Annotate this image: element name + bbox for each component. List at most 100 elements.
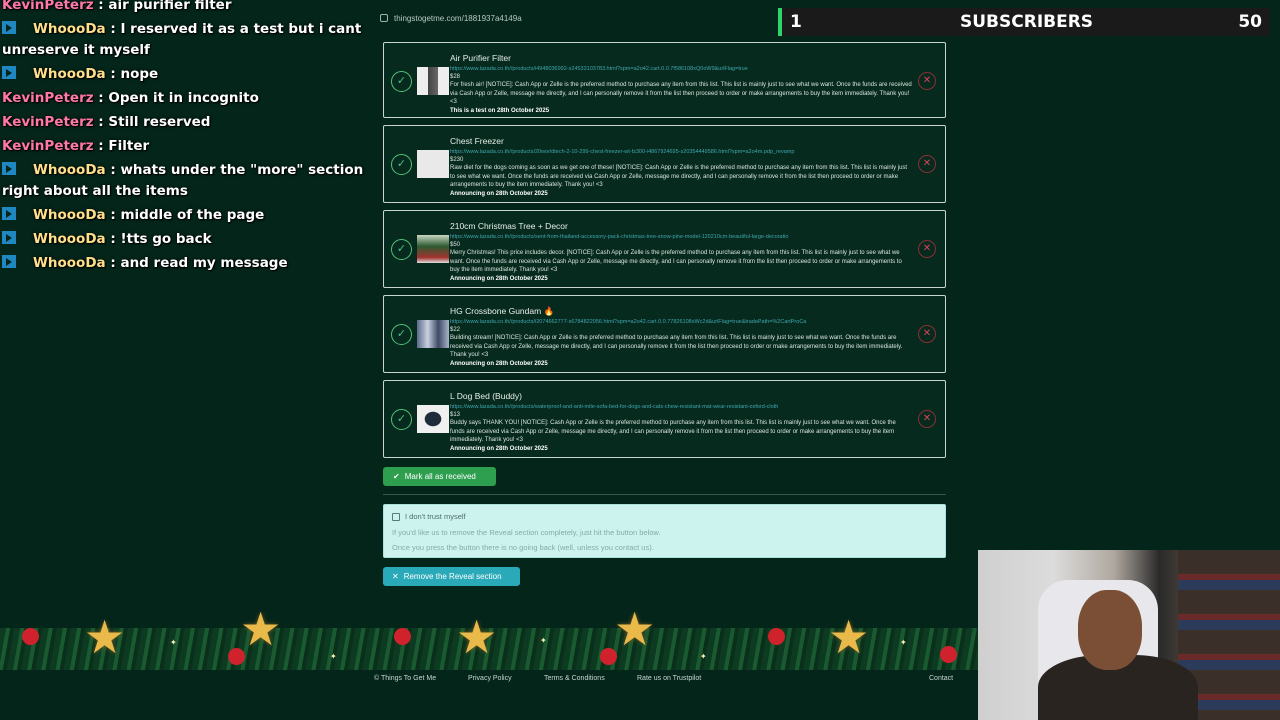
chat-line: WhoooDa : I reserved it as a test but i …: [2, 18, 374, 63]
item-thumbnail[interactable]: [417, 235, 449, 263]
item-thumbnail[interactable]: [417, 150, 449, 178]
chat-line: WhoooDa : whats under the "more" section…: [2, 159, 374, 204]
chat-username: KevinPeterz: [2, 0, 94, 13]
remove-icon[interactable]: ✕: [918, 410, 936, 428]
chat-username: WhoooDa: [33, 162, 106, 178]
christmas-garland: ★ ★ ★ ★ ★ ✦ ✦ ✦ ✦ ✦: [0, 606, 978, 670]
close-icon: ✕: [392, 572, 399, 581]
mark-all-received-button[interactable]: ✔ Mark all as received: [383, 467, 496, 486]
remove-icon[interactable]: ✕: [918, 240, 936, 258]
item-url[interactable]: https://www.lazada.co.th//products/i4948…: [450, 65, 905, 74]
sparkle-icon: ✦: [700, 652, 707, 661]
footer-contact-link[interactable]: Contact: [929, 675, 953, 682]
item-description: Merry Christmas! This price includes dec…: [450, 250, 902, 273]
item-date: This is a test on 28th October 2025: [450, 107, 550, 114]
remove-icon[interactable]: ✕: [918, 155, 936, 173]
sparkle-icon: ✦: [900, 638, 907, 647]
check-icon[interactable]: ✓: [391, 239, 412, 260]
star-icon: ★: [240, 603, 282, 655]
reveal-notice-warning: Once you press the button there is no go…: [392, 543, 654, 552]
play-badge-icon: [2, 207, 16, 220]
lock-icon: [380, 14, 388, 22]
chat-username: WhoooDa: [33, 231, 106, 247]
check-icon: ✔: [393, 472, 400, 481]
item-url[interactable]: https://www.lazada.co.th//products/water…: [450, 403, 905, 412]
footer-privacy-link[interactable]: Privacy Policy: [468, 675, 512, 682]
item-price: $28: [450, 74, 461, 80]
subscriber-count: 1: [790, 12, 802, 32]
chat-line: WhoooDa : !tts go back: [2, 228, 374, 252]
browser-address-bar[interactable]: thingstogetme.com/1881937a4149a: [380, 8, 770, 28]
item-url[interactable]: https://www.lazada.co.th//products/20wor…: [450, 148, 905, 157]
mark-all-label: Mark all as received: [404, 472, 476, 481]
ornament-icon: [22, 628, 39, 645]
reveal-notice: I don't trust myself If you'd like us to…: [383, 504, 946, 558]
chat-username: WhoooDa: [33, 21, 106, 37]
item-url[interactable]: https://www.lazada.co.th//products/sent-…: [450, 233, 905, 242]
item-date: Announcing on 28th October 2025: [450, 190, 548, 197]
ornament-icon: [940, 646, 957, 663]
item-card: ✓ L Dog Bed (Buddy) https://www.lazada.c…: [383, 380, 946, 458]
reveal-notice-title: I don't trust myself: [405, 512, 466, 521]
chat-line: KevinPeterz : Still reserved: [2, 111, 374, 135]
sparkle-icon: ✦: [330, 652, 337, 661]
remove-icon[interactable]: ✕: [918, 72, 936, 90]
ornament-icon: [600, 648, 617, 665]
chat-line: WhoooDa : middle of the page: [2, 204, 374, 228]
footer: © Things To Get Me Privacy Policy Terms …: [0, 670, 978, 720]
item-card: ✓ Air Purifier Filter https://www.lazada…: [383, 42, 946, 118]
chat-username: KevinPeterz: [2, 90, 94, 106]
item-description: Building stream! [NOTICE]: Cash App or Z…: [450, 335, 903, 358]
item-date: Announcing on 28th October 2025: [450, 445, 548, 452]
check-icon[interactable]: ✓: [391, 154, 412, 175]
item-description: Buddy says THANK YOU! [NOTICE]: Cash App…: [450, 420, 896, 443]
item-price: $13: [450, 412, 461, 418]
chat-message: : middle of the page: [110, 207, 265, 223]
item-url[interactable]: https://www.lazada.co.th//products/i2074…: [450, 318, 905, 327]
chat-line: KevinPeterz : air purifier filter: [2, 0, 374, 18]
check-icon[interactable]: ✓: [391, 324, 412, 345]
ornament-icon: [228, 648, 245, 665]
footer-terms-link[interactable]: Terms & Conditions: [544, 675, 605, 682]
footer-trustpilot-link[interactable]: Rate us on Trustpilot: [637, 675, 701, 682]
divider: [383, 494, 946, 495]
item-thumbnail[interactable]: [417, 67, 449, 95]
chat-message: : Filter: [98, 138, 150, 154]
remove-icon[interactable]: ✕: [918, 325, 936, 343]
streamer-head: [1078, 590, 1142, 670]
star-icon: ★: [614, 603, 656, 655]
remove-reveal-label: Remove the Reveal section: [403, 572, 502, 581]
item-date: Announcing on 28th October 2025: [450, 275, 548, 282]
remove-reveal-button[interactable]: ✕ Remove the Reveal section: [383, 567, 520, 586]
play-badge-icon: [2, 231, 16, 244]
play-badge-icon: [2, 66, 16, 79]
chat-message: : nope: [110, 66, 159, 82]
play-badge-icon: [2, 255, 16, 268]
item-title: 210cm Christmas Tree + Decor: [450, 221, 568, 231]
play-badge-icon: [2, 162, 16, 175]
footer-copyright: © Things To Get Me: [374, 675, 437, 682]
browser-url[interactable]: thingstogetme.com/1881937a4149a: [394, 14, 522, 23]
chat-username: WhoooDa: [33, 255, 106, 271]
webcam-overlay: [978, 550, 1280, 720]
subscriber-goal: 50: [1238, 12, 1262, 32]
check-icon[interactable]: ✓: [391, 71, 412, 92]
check-icon[interactable]: ✓: [391, 409, 412, 430]
item-title: L Dog Bed (Buddy): [450, 391, 522, 401]
stream-chat: KevinPeterz : air purifier filter WhoooD…: [2, 0, 374, 276]
chat-username: WhoooDa: [33, 207, 106, 223]
reveal-notice-text: If you'd like us to remove the Reveal se…: [392, 528, 661, 537]
subscriber-label: SUBSCRIBERS: [960, 12, 1094, 32]
lock-icon: [392, 512, 400, 521]
item-price: $50: [450, 242, 461, 248]
item-thumbnail[interactable]: [417, 320, 449, 348]
chat-line: KevinPeterz : Open it in incognito: [2, 87, 374, 111]
item-price: $22: [450, 327, 461, 333]
item-date: Announcing on 28th October 2025: [450, 360, 548, 367]
item-title: HG Crossbone Gundam 🔥: [450, 306, 555, 316]
item-thumbnail[interactable]: [417, 405, 449, 433]
item-title: Chest Freezer: [450, 136, 504, 146]
chat-username: KevinPeterz: [2, 138, 94, 154]
ornament-icon: [394, 628, 411, 645]
item-price: $230: [450, 157, 464, 163]
